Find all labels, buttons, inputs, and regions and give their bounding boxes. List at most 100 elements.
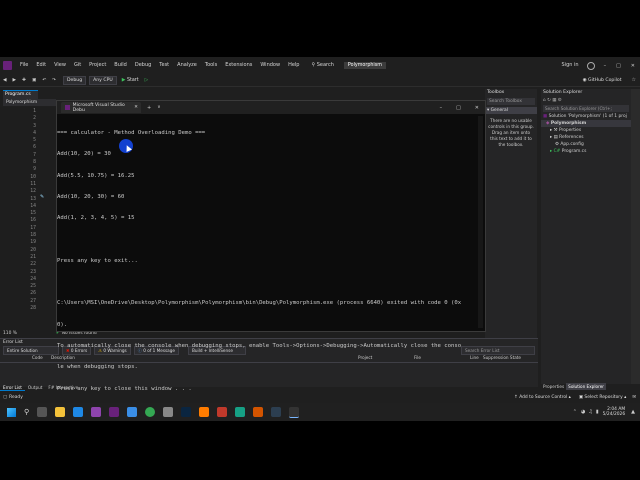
share-icon[interactable]: ☆ [632, 77, 636, 83]
maximize-button[interactable]: □ [616, 63, 621, 69]
scope-dropdown[interactable]: Polymorphism [3, 99, 56, 106]
line-number: 8 [33, 160, 36, 166]
menu-window[interactable]: Window [256, 57, 284, 74]
menu-build[interactable]: Build [110, 57, 131, 74]
tray-chevron-icon[interactable]: ⌃ [573, 409, 577, 415]
search-menu[interactable]: ⚲ Search [307, 57, 337, 74]
illustrator-icon[interactable] [199, 407, 210, 417]
tree-item-solution[interactable]: ■ Solution 'Polymorphism' (1 of 1 proj [541, 113, 631, 120]
volume-icon[interactable]: ♫ [588, 409, 592, 415]
console-tab[interactable]: Microsoft Visual Studio Debu ✕ [61, 102, 141, 113]
menu-project[interactable]: Project [85, 57, 110, 74]
minimize-button[interactable]: – [604, 63, 607, 69]
app4-icon[interactable] [253, 407, 264, 417]
status-icon: ▢ [3, 395, 8, 400]
debug-console-window[interactable]: Microsoft Visual Studio Debu ✕ + ∨ – □ ✕… [56, 100, 486, 392]
copilot-button[interactable]: ◉ GitHub Copilot [583, 78, 622, 83]
tab-error-list[interactable]: Error List [0, 384, 25, 391]
store-icon[interactable] [127, 407, 138, 417]
scope-filter-dropdown[interactable]: Entire Solution [3, 346, 59, 355]
solution-explorer-search-input[interactable]: Search Solution Explorer (Ctrl+; [543, 105, 629, 112]
toolbox-panel: Toolbox Search Toolbox ▾ General There a… [485, 89, 537, 349]
tree-item-references[interactable]: ▸ ▤ References [541, 134, 631, 141]
csharp-project-icon: ◆ [546, 121, 550, 126]
console-minimize-button[interactable]: – [440, 105, 443, 111]
line-number: 25 [30, 284, 36, 290]
tree-item-properties[interactable]: ▸ ⚒ Properties [541, 127, 631, 134]
toolbox-group-general[interactable]: ▾ General [485, 107, 537, 114]
save-icon[interactable]: ▣ [29, 78, 39, 83]
console-maximize-button[interactable]: □ [456, 105, 461, 111]
app3-icon[interactable] [235, 407, 246, 417]
configuration-dropdown[interactable]: Debug [63, 75, 87, 85]
menu-test[interactable]: Test [155, 57, 173, 74]
menu-file[interactable]: File [16, 57, 32, 74]
settings-app-icon[interactable] [163, 407, 174, 417]
toolbox-search-input[interactable]: Search Toolbox [487, 98, 535, 105]
menu-view[interactable]: View [50, 57, 70, 74]
photoshop-icon[interactable] [181, 407, 192, 417]
menu-help[interactable]: Help [284, 57, 303, 74]
file-explorer-icon[interactable] [55, 407, 66, 417]
close-button[interactable]: ✕ [631, 63, 635, 69]
app2-icon[interactable] [217, 407, 228, 417]
visual-studio-icon[interactable] [109, 407, 120, 417]
csharp-file-icon: ▸ C# [550, 149, 561, 154]
side-tool-strip[interactable] [631, 89, 640, 384]
line-number: 6 [33, 145, 36, 151]
line-number: 20 [30, 247, 36, 253]
breakpoint-margin-icon[interactable]: ✎ [40, 194, 44, 200]
notifications-icon[interactable]: ✉ [632, 395, 636, 400]
undo-icon[interactable]: ↶ [39, 78, 49, 83]
platform-dropdown[interactable]: Any CPU [89, 75, 117, 85]
new-item-icon[interactable]: ✚ [19, 78, 29, 83]
tree-item-project[interactable]: ◆ Polymorphism [541, 120, 631, 127]
line-number: 11 [30, 181, 36, 187]
signin-link[interactable]: Sign in [558, 57, 583, 74]
clock[interactable]: 2:04 AM 5/24/2026 [603, 407, 626, 418]
clock-date: 5/24/2026 [602, 412, 626, 417]
task-view-icon[interactable] [37, 407, 48, 417]
app-icon[interactable] [91, 407, 102, 417]
console-scrollbar[interactable] [478, 116, 483, 328]
zoom-level[interactable]: 110 % [3, 331, 17, 336]
back-icon[interactable]: ◀ [0, 78, 10, 83]
tab-properties[interactable]: Properties [541, 383, 566, 390]
console-close-button[interactable]: ✕ [475, 105, 479, 111]
menu-extensions[interactable]: Extensions [221, 57, 256, 74]
tree-item-program-cs[interactable]: ▸ C# Program.cs [541, 148, 631, 155]
mail-icon[interactable] [73, 407, 84, 417]
wifi-icon[interactable]: ◕ [581, 409, 585, 415]
start-button[interactable]: ▶ Start [122, 78, 139, 83]
column-suppression-state[interactable]: Suppression State [483, 355, 521, 360]
tree-item-app-config[interactable]: ⚙ App.config [541, 141, 631, 148]
select-repository-button[interactable]: ▣ Select Repository ▴ [579, 395, 626, 400]
menu-debug[interactable]: Debug [131, 57, 155, 74]
tab-solution-explorer[interactable]: Solution Explorer [566, 383, 606, 390]
menu-git[interactable]: Git [70, 57, 85, 74]
start-without-debugging-icon[interactable]: ▷ [142, 78, 152, 83]
source-control-button[interactable]: ↑ Add to Source Control ▴ [514, 395, 571, 400]
forward-icon[interactable]: ▶ [10, 78, 20, 83]
tab-dropdown-icon[interactable]: ∨ [157, 105, 160, 110]
app5-icon[interactable] [271, 407, 282, 417]
search-taskbar-icon[interactable]: ⚲ [24, 408, 29, 416]
battery-icon[interactable]: ▮ [596, 409, 599, 415]
close-tab-icon[interactable]: ✕ [134, 105, 138, 110]
terminal-icon[interactable] [289, 406, 300, 418]
console-title-bar: Microsoft Visual Studio Debu ✕ + ∨ – □ ✕ [57, 101, 485, 114]
menu-edit[interactable]: Edit [32, 57, 50, 74]
start-menu-icon[interactable] [7, 407, 16, 417]
chrome-icon[interactable] [145, 407, 156, 417]
menu-analyze[interactable]: Analyze [173, 57, 201, 74]
column-code[interactable]: Code [32, 355, 43, 360]
redo-icon[interactable]: ↷ [49, 78, 59, 83]
notification-center-icon[interactable]: ▲ [631, 409, 635, 415]
new-tab-icon[interactable]: + [147, 105, 151, 111]
vs-logo-icon [3, 61, 12, 70]
tab-output[interactable]: Output [25, 384, 46, 391]
account-icon[interactable] [586, 61, 595, 70]
menu-tools[interactable]: Tools [201, 57, 221, 74]
tab-program-cs[interactable]: Program.cs [3, 90, 38, 99]
solution-explorer-toolbar: ⌂ ↻ ▦ ⚙ [543, 98, 562, 103]
